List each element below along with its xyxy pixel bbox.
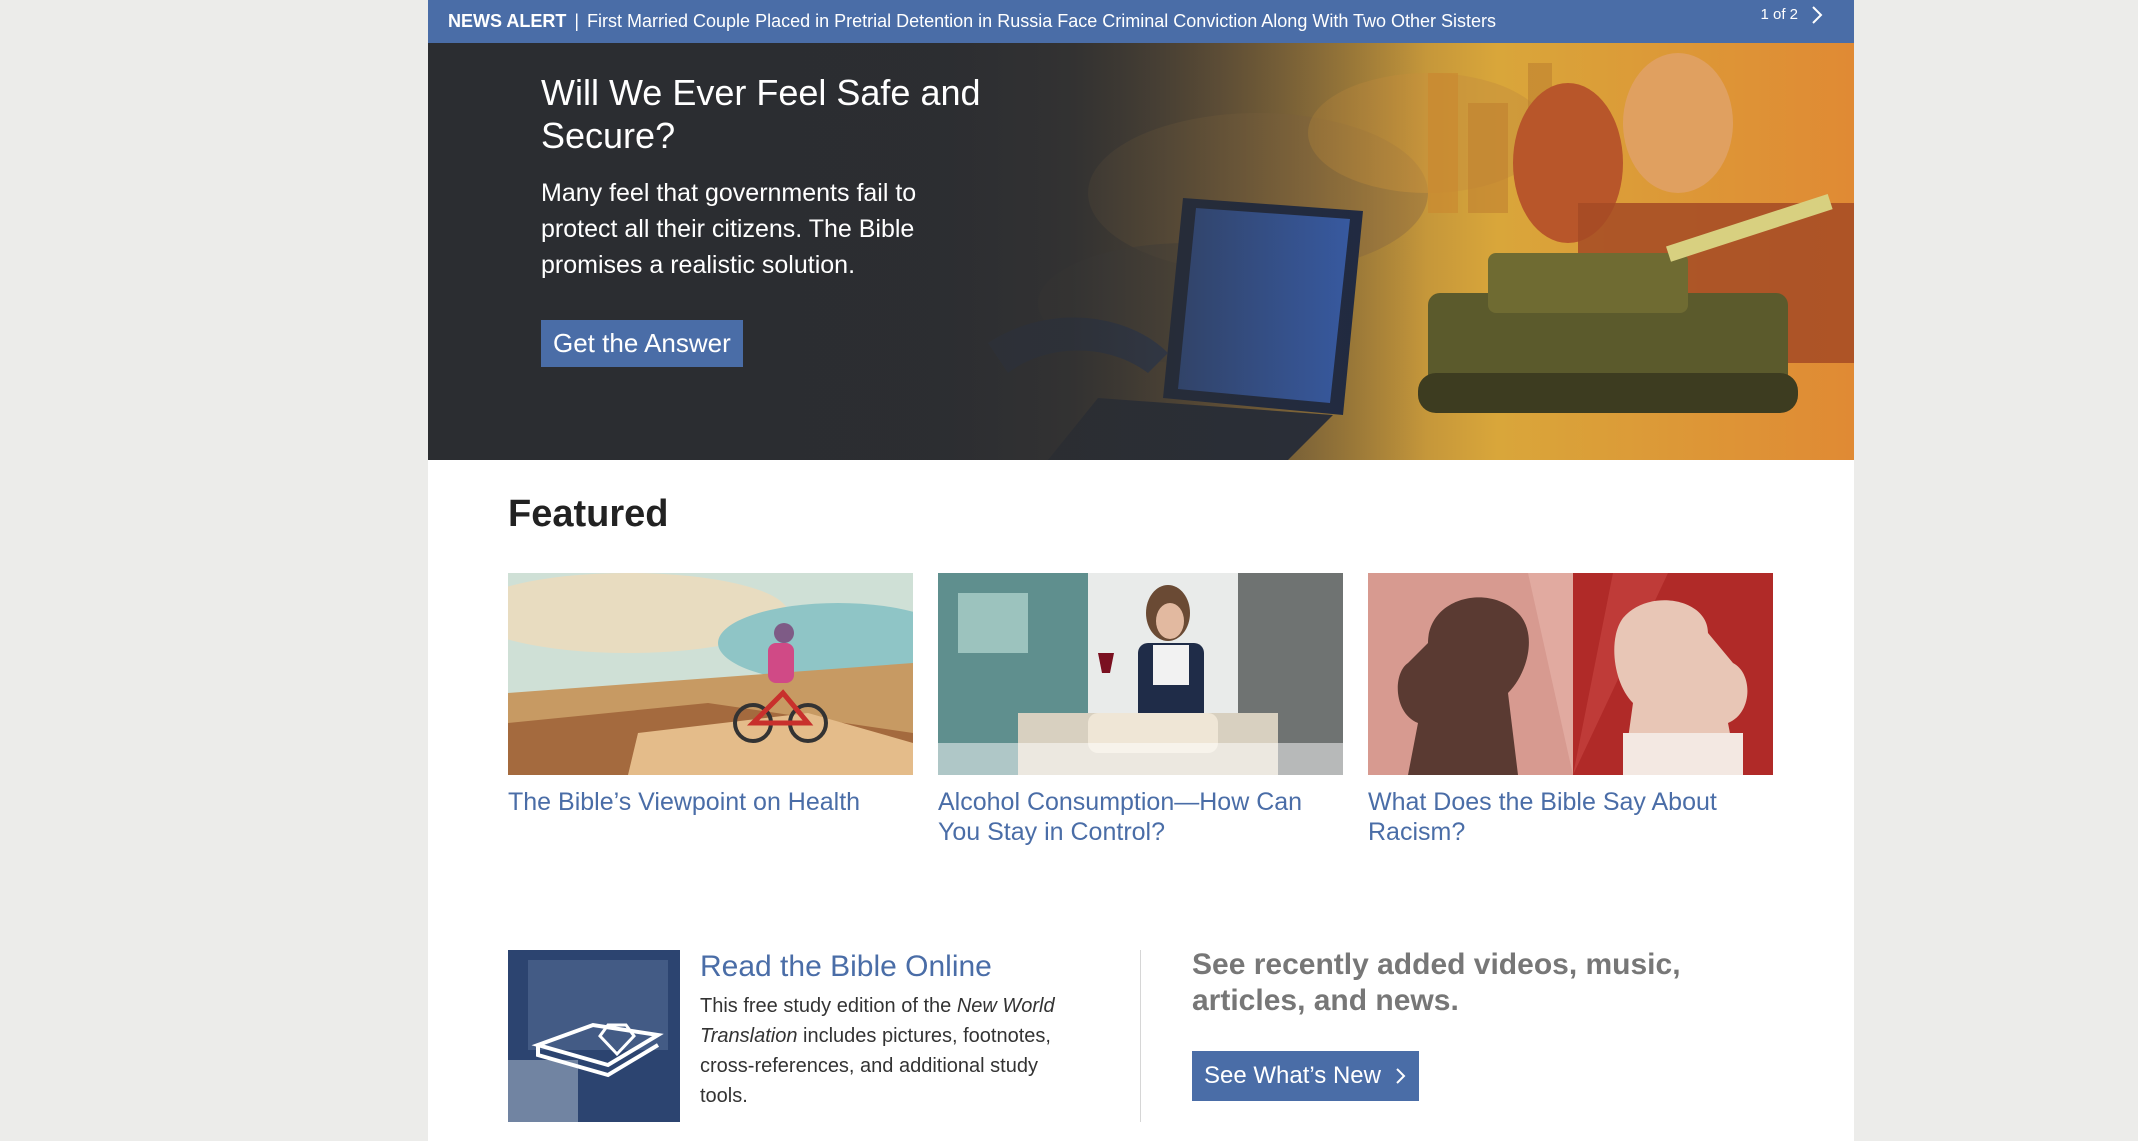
news-alert-headline[interactable]: First Married Couple Placed in Pretrial … <box>587 7 1496 36</box>
featured-link-health[interactable]: The Bible’s Viewpoint on Health <box>508 787 913 817</box>
hero-banner: Will We Ever Feel Safe and Secure? Many … <box>428 43 1854 460</box>
featured-link-racism[interactable]: What Does the Bible Say About Racism? <box>1368 787 1773 847</box>
news-alert-label: NEWS ALERT <box>448 11 567 31</box>
chevron-right-icon[interactable] <box>1810 5 1824 25</box>
featured-card-racism[interactable]: What Does the Bible Say About Racism? <box>1368 573 1773 847</box>
news-alert-pager[interactable]: 1 of 2 <box>1760 0 1824 29</box>
bible-book-image[interactable] <box>508 950 680 1122</box>
section-divider <box>1140 950 1141 1122</box>
featured-heading: Featured <box>508 493 669 535</box>
news-alert-separator: | <box>574 11 580 31</box>
featured-link-alcohol[interactable]: Alcohol Consumption—How Can You Stay in … <box>938 787 1343 847</box>
bible-description: This free study edition of the New World… <box>700 991 1090 1111</box>
woman-with-wine-image[interactable] <box>938 573 1343 775</box>
cyclist-image[interactable] <box>508 573 913 775</box>
featured-card-health[interactable]: The Bible’s Viewpoint on Health <box>508 573 913 817</box>
bible-description-start: This free study edition of the <box>700 995 957 1017</box>
page-container: NEWS ALERT | First Married Couple Placed… <box>428 0 1854 1141</box>
hero-title: Will We Ever Feel Safe and Secure? <box>541 72 981 156</box>
news-alert-bar[interactable]: NEWS ALERT | First Married Couple Placed… <box>428 0 1854 43</box>
featured-card-alcohol[interactable]: Alcohol Consumption—How Can You Stay in … <box>938 573 1343 847</box>
chevron-right-icon <box>1396 1068 1406 1084</box>
see-whats-new-button[interactable]: See What’s New <box>1192 1051 1419 1101</box>
read-bible-online-link[interactable]: Read the Bible Online <box>700 948 992 986</box>
get-the-answer-button[interactable]: Get the Answer <box>541 320 743 367</box>
two-faces-image[interactable] <box>1368 573 1773 775</box>
see-whats-new-label: See What’s New <box>1204 1062 1381 1089</box>
hero-description: Many feel that governments fail to prote… <box>541 179 917 279</box>
whats-new-description: See recently added videos, music, articl… <box>1192 948 1681 1017</box>
news-alert-page-count: 1 of 2 <box>1760 6 1798 23</box>
